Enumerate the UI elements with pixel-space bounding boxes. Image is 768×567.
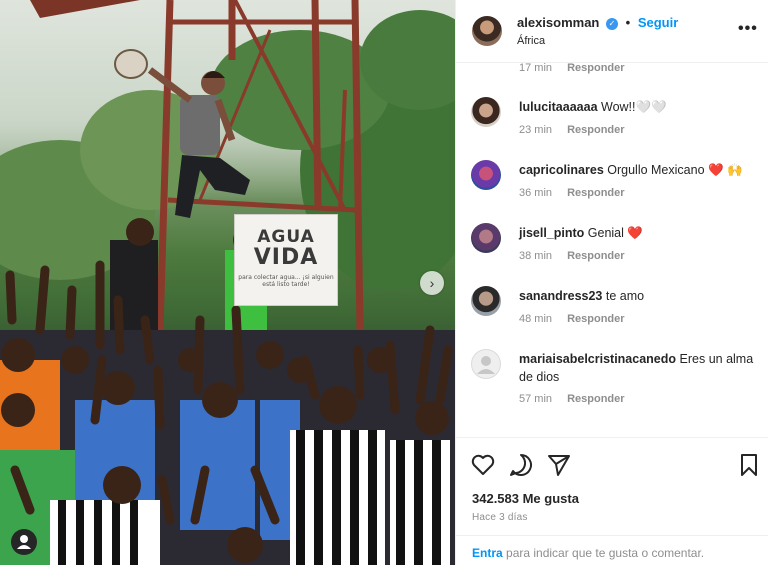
comment-time: 23 min bbox=[519, 124, 553, 136]
comment-text: Orgullo Mexicano bbox=[607, 163, 705, 177]
comment-avatar[interactable] bbox=[471, 286, 501, 316]
comment-item: jisell_pinto Genial ❤️ 38 min Responder bbox=[456, 223, 768, 278]
comment-text: Genial bbox=[587, 226, 624, 240]
comment-avatar[interactable] bbox=[471, 160, 501, 190]
post-side-panel: alexisomman ✓ • Seguir África ••• 17 min… bbox=[455, 0, 768, 565]
reply-button[interactable]: Responder bbox=[567, 313, 624, 325]
comment-username[interactable]: capricolinares bbox=[519, 163, 604, 177]
comment-avatar[interactable] bbox=[471, 97, 501, 127]
reply-button[interactable]: Responder bbox=[567, 393, 624, 405]
tower-roof bbox=[30, 0, 140, 18]
reply-button[interactable]: Responder bbox=[567, 250, 624, 262]
comment-body: jisell_pinto Genial ❤️ bbox=[519, 224, 759, 242]
comment-body: sanandress23 te amo bbox=[519, 287, 759, 305]
reply-button[interactable]: Responder bbox=[567, 62, 624, 74]
reply-button[interactable]: Responder bbox=[567, 187, 624, 199]
like-heart-icon[interactable] bbox=[470, 452, 496, 478]
sign-small-text: para colectar agua... ¡si alguien está l… bbox=[238, 274, 334, 288]
comment-item: mariaisabelcristinacanedo Eres un alma d… bbox=[456, 349, 768, 419]
login-prompt-text: Entra para indicar que te gusta o coment… bbox=[472, 546, 704, 560]
comment-avatar[interactable] bbox=[471, 223, 501, 253]
reply-button[interactable]: Responder bbox=[567, 124, 624, 136]
post-footer: 342.583 Me gusta Hace 3 días Entra para … bbox=[456, 437, 768, 566]
comment-text: te amo bbox=[605, 289, 645, 303]
comment-item: capricolinares Orgullo Mexicano ❤️ 🙌 36 … bbox=[456, 160, 768, 215]
photo-scene bbox=[0, 0, 455, 565]
comment-body: capricolinares Orgullo Mexicano ❤️ 🙌 bbox=[519, 161, 759, 179]
comment-meta: 57 min Responder bbox=[519, 393, 625, 405]
author-avatar[interactable] bbox=[472, 16, 502, 46]
comment-item: lulucitaaaaaa Wow!!🤍🤍 23 min Responder bbox=[456, 97, 768, 152]
comments-list[interactable]: 17 min Responder lulucitaaaaaa Wow!!🤍🤍 2… bbox=[456, 62, 768, 437]
comment-body: mariaisabelcristinacanedo Eres un alma d… bbox=[519, 350, 759, 386]
comment-username[interactable]: mariaisabelcristinacanedo bbox=[519, 352, 676, 366]
post-location[interactable]: África bbox=[517, 35, 545, 47]
comment-body: lulucitaaaaaa Wow!!🤍🤍 bbox=[519, 98, 759, 116]
post-date[interactable]: Hace 3 días bbox=[472, 512, 528, 523]
comment-meta: 48 min Responder bbox=[519, 313, 625, 325]
post-photo[interactable]: AGUA VIDA para colectar agua... ¡si algu… bbox=[0, 0, 455, 565]
author-line: alexisomman ✓ • Seguir bbox=[517, 15, 678, 30]
login-link[interactable]: Entra bbox=[472, 546, 503, 560]
comment-time: 38 min bbox=[519, 250, 553, 262]
comment-username[interactable]: lulucitaaaaaa bbox=[519, 100, 598, 114]
heart-emoji: ❤️ 🙌 bbox=[708, 163, 743, 177]
default-avatar-icon bbox=[477, 356, 495, 374]
water-sign: AGUA VIDA para colectar agua... ¡si algu… bbox=[234, 214, 338, 306]
likes-count[interactable]: 342.583 Me gusta bbox=[472, 491, 579, 506]
comment-time: 48 min bbox=[519, 313, 553, 325]
login-prompt: Entra para indicar que te gusta o coment… bbox=[456, 535, 768, 567]
more-options-icon[interactable]: ••• bbox=[738, 20, 758, 38]
comment-meta: 17 min Responder bbox=[519, 62, 625, 74]
comment-time: 57 min bbox=[519, 393, 553, 405]
comment-avatar[interactable] bbox=[471, 349, 501, 379]
comment-item: sanandress23 te amo 48 min Responder bbox=[456, 286, 768, 341]
user-tags-button[interactable] bbox=[11, 529, 37, 555]
sign-line-1: AGUA bbox=[257, 227, 315, 247]
verified-badge-icon: ✓ bbox=[606, 18, 618, 30]
comment-meta: 38 min Responder bbox=[519, 250, 625, 262]
sign-line-2: VIDA bbox=[253, 245, 319, 270]
comment-username[interactable]: sanandress23 bbox=[519, 289, 602, 303]
comment-meta: 36 min Responder bbox=[519, 187, 625, 199]
comment-meta: 23 min Responder bbox=[519, 124, 625, 136]
separator-dot: • bbox=[625, 15, 631, 30]
chevron-right-icon: › bbox=[429, 275, 435, 291]
comment-time: 17 min bbox=[519, 62, 553, 74]
login-rest-text: para indicar que te gusta o comentar. bbox=[502, 546, 705, 560]
comment-time: 36 min bbox=[519, 187, 553, 199]
author-username[interactable]: alexisomman bbox=[517, 15, 599, 30]
next-photo-button[interactable]: › bbox=[420, 271, 444, 295]
comment-bubble-icon[interactable] bbox=[508, 452, 534, 478]
share-send-icon[interactable] bbox=[546, 452, 572, 478]
user-tag-icon bbox=[17, 535, 31, 549]
heart-emoji: ❤️ bbox=[627, 226, 643, 240]
comment-text: Wow!!🤍🤍 bbox=[601, 100, 667, 114]
post-header: alexisomman ✓ • Seguir África ••• bbox=[456, 0, 768, 63]
follow-button[interactable]: Seguir bbox=[638, 15, 678, 30]
comment-username[interactable]: jisell_pinto bbox=[519, 226, 584, 240]
save-bookmark-icon[interactable] bbox=[736, 452, 762, 478]
